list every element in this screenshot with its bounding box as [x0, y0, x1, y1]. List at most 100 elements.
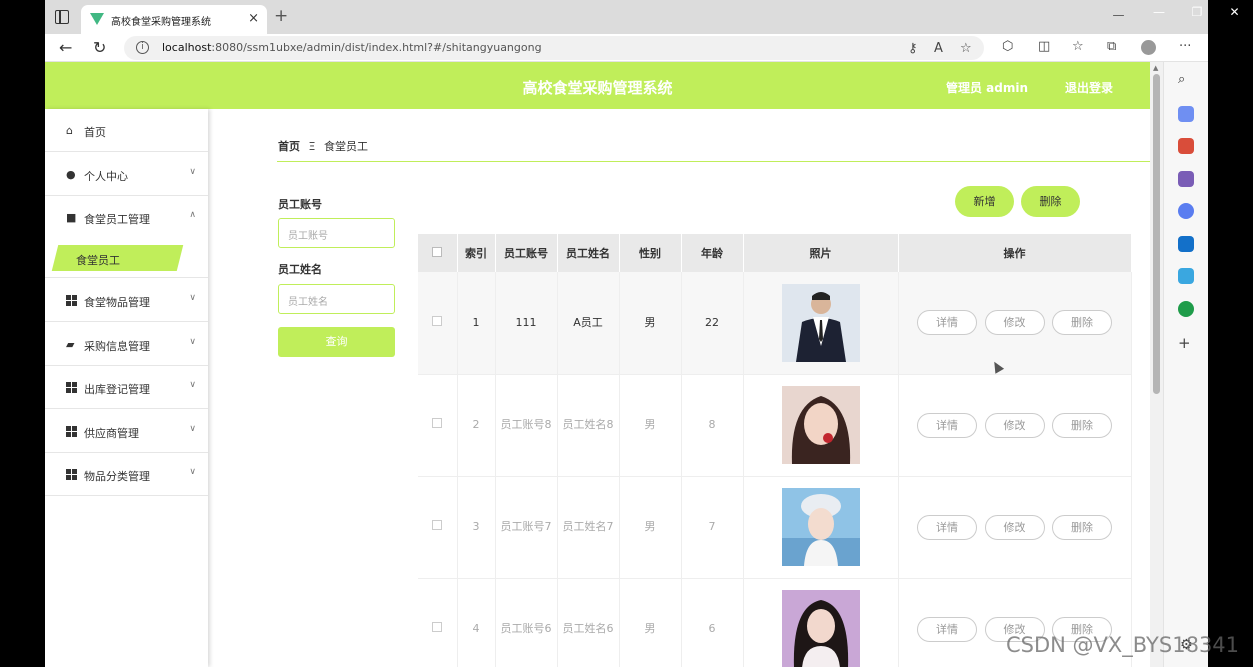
batch-delete-button[interactable]: 删除 — [1021, 186, 1080, 217]
detail-button[interactable]: 详情 — [917, 310, 977, 336]
cell-account: 员工账号6 — [495, 578, 558, 667]
scrollbar-thumb[interactable] — [1153, 74, 1160, 394]
tag-icon[interactable] — [1178, 106, 1194, 122]
cell-index: 4 — [457, 578, 496, 667]
account-input[interactable]: 员工账号 — [278, 218, 395, 248]
add-button[interactable]: 新增 — [955, 186, 1014, 217]
send-icon[interactable] — [1178, 268, 1194, 284]
menu-item-outbound[interactable]: 出库登记管理 ∨ — [45, 366, 208, 409]
breadcrumb: 首页 Ξ 食堂员工 — [278, 138, 368, 154]
tab-strip: 高校食堂采购管理系统 × + — [45, 0, 1208, 34]
menu-item-purchase[interactable]: ▰ 采购信息管理 ∨ — [45, 323, 208, 366]
games-icon[interactable] — [1178, 171, 1194, 187]
cell-photo — [743, 272, 899, 375]
menu-item-label: 首页 — [84, 126, 106, 139]
minimize-browser-icon[interactable]: — — [1097, 0, 1140, 34]
logout-button[interactable]: 退出登录 — [1065, 79, 1113, 96]
refresh-icon[interactable]: ↻ — [93, 38, 106, 57]
menu-item-goods[interactable]: 食堂物品管理 ∨ — [45, 279, 208, 322]
table-row[interactable]: 1 111 A员工 男 22 详情 修改 删除 — [418, 272, 1132, 375]
tab-close-icon[interactable]: × — [248, 11, 259, 26]
search-icon[interactable]: ⌕ — [1178, 72, 1194, 88]
menu-item-label: 个人中心 — [84, 170, 128, 183]
grid-icon — [66, 382, 77, 393]
extensions-icon[interactable]: ⬡ — [1002, 39, 1013, 54]
cell-photo — [743, 374, 899, 477]
cell-photo — [743, 476, 899, 579]
cell-actions: 详情 修改 删除 — [898, 374, 1132, 477]
row-checkbox[interactable] — [432, 315, 443, 326]
table-row[interactable]: 2 员工账号8 员工姓名8 男 8 详情 修改 删除 — [418, 374, 1132, 477]
edit-button[interactable]: 修改 — [984, 412, 1045, 438]
favorite-icon[interactable]: ☆ — [960, 41, 972, 56]
menu-item-label: 出库登记管理 — [84, 383, 150, 396]
vue-favicon-icon — [90, 13, 104, 25]
menu-item-profile[interactable]: ● 个人中心 ∨ — [45, 153, 208, 196]
key-icon[interactable]: ⚷ — [908, 41, 918, 56]
breadcrumb-home[interactable]: 首页 — [278, 140, 300, 153]
cell-photo — [743, 578, 899, 667]
copilot-icon[interactable] — [1178, 203, 1194, 219]
edit-button[interactable]: 修改 — [984, 310, 1045, 336]
cell-account: 111 — [495, 272, 558, 375]
toolbox-icon[interactable] — [1178, 138, 1194, 154]
info-icon[interactable]: i — [136, 41, 149, 54]
collections-icon[interactable]: ⧉ — [1107, 39, 1116, 54]
search-button[interactable]: 查询 — [278, 327, 395, 357]
name-input[interactable]: 员工姓名 — [278, 284, 395, 314]
menu-item-category[interactable]: 物品分类管理 ∨ — [45, 453, 208, 496]
grid-icon — [66, 469, 77, 480]
more-icon[interactable]: ··· — [1179, 39, 1191, 54]
tree-icon[interactable] — [1178, 301, 1194, 317]
staff-photo — [781, 488, 860, 566]
cell-gender: 男 — [619, 374, 682, 477]
favorites-icon[interactable]: ☆ — [1072, 39, 1084, 54]
row-checkbox[interactable] — [432, 418, 443, 428]
submenu-item-staff[interactable]: 食堂员工 — [76, 252, 120, 268]
cell-actions: 详情 修改 删除 — [898, 476, 1132, 579]
page-scrollbar[interactable]: ▲ — [1150, 62, 1163, 667]
close-window-icon[interactable]: ✕ — [1216, 0, 1253, 26]
select-all-cell[interactable] — [418, 234, 458, 272]
select-all-checkbox[interactable] — [432, 246, 443, 257]
outlook-icon[interactable] — [1178, 236, 1194, 252]
delete-button[interactable]: 删除 — [1052, 310, 1112, 336]
url-box[interactable]: i localhost:8080/ssm1ubxe/admin/dist/ind… — [124, 36, 984, 60]
watermark: CSDN @VX_BYS18341 — [1006, 633, 1240, 657]
new-tab-icon[interactable]: + — [274, 6, 288, 26]
cell-index: 3 — [457, 476, 496, 579]
menu-item-home[interactable]: ⌂ 首页 — [45, 109, 208, 152]
read-aloud-icon[interactable]: A — [934, 41, 943, 56]
chevron-down-icon: ∨ — [189, 380, 196, 390]
add-icon[interactable]: + — [1178, 334, 1194, 352]
detail-button[interactable]: 详情 — [917, 616, 977, 642]
profile-icon[interactable] — [1141, 40, 1156, 55]
delete-button[interactable]: 删除 — [1052, 514, 1112, 540]
table-row[interactable]: 3 员工账号7 员工姓名7 男 7 详情 修改 删除 — [418, 476, 1132, 579]
column-header: 年龄 — [681, 234, 744, 272]
browser-window: 高校食堂采购管理系统 × + ← ↻ i localhost:8080/ssm1… — [45, 0, 1208, 667]
edit-button[interactable]: 修改 — [984, 514, 1045, 540]
tab-actions-icon[interactable] — [55, 10, 69, 24]
scroll-up-icon[interactable]: ▲ — [1153, 64, 1158, 72]
detail-button[interactable]: 详情 — [917, 412, 977, 438]
column-header: 操作 — [898, 234, 1132, 272]
menu-item-supplier[interactable]: 供应商管理 ∨ — [45, 410, 208, 453]
back-icon[interactable]: ← — [59, 38, 72, 57]
row-checkbox[interactable] — [432, 520, 443, 530]
delete-button[interactable]: 删除 — [1052, 412, 1112, 438]
restore-icon[interactable]: ❐ — [1178, 0, 1216, 26]
split-icon[interactable]: ◫ — [1038, 39, 1050, 54]
detail-button[interactable]: 详情 — [917, 514, 977, 540]
cell-name: 员工姓名8 — [557, 374, 620, 477]
breadcrumb-divider — [277, 161, 1150, 162]
url-text[interactable]: localhost:8080/ssm1ubxe/admin/dist/index… — [162, 41, 542, 54]
cell-age: 7 — [681, 476, 744, 579]
grid-icon — [66, 295, 77, 306]
minimize-icon[interactable]: — — [1140, 0, 1178, 26]
browser-tab[interactable]: 高校食堂采购管理系统 × — [81, 5, 267, 34]
chevron-up-icon: ∧ — [189, 210, 196, 220]
cell-account: 员工账号7 — [495, 476, 558, 579]
row-checkbox[interactable] — [432, 622, 443, 632]
menu-item-label: 食堂员工管理 — [84, 213, 150, 226]
